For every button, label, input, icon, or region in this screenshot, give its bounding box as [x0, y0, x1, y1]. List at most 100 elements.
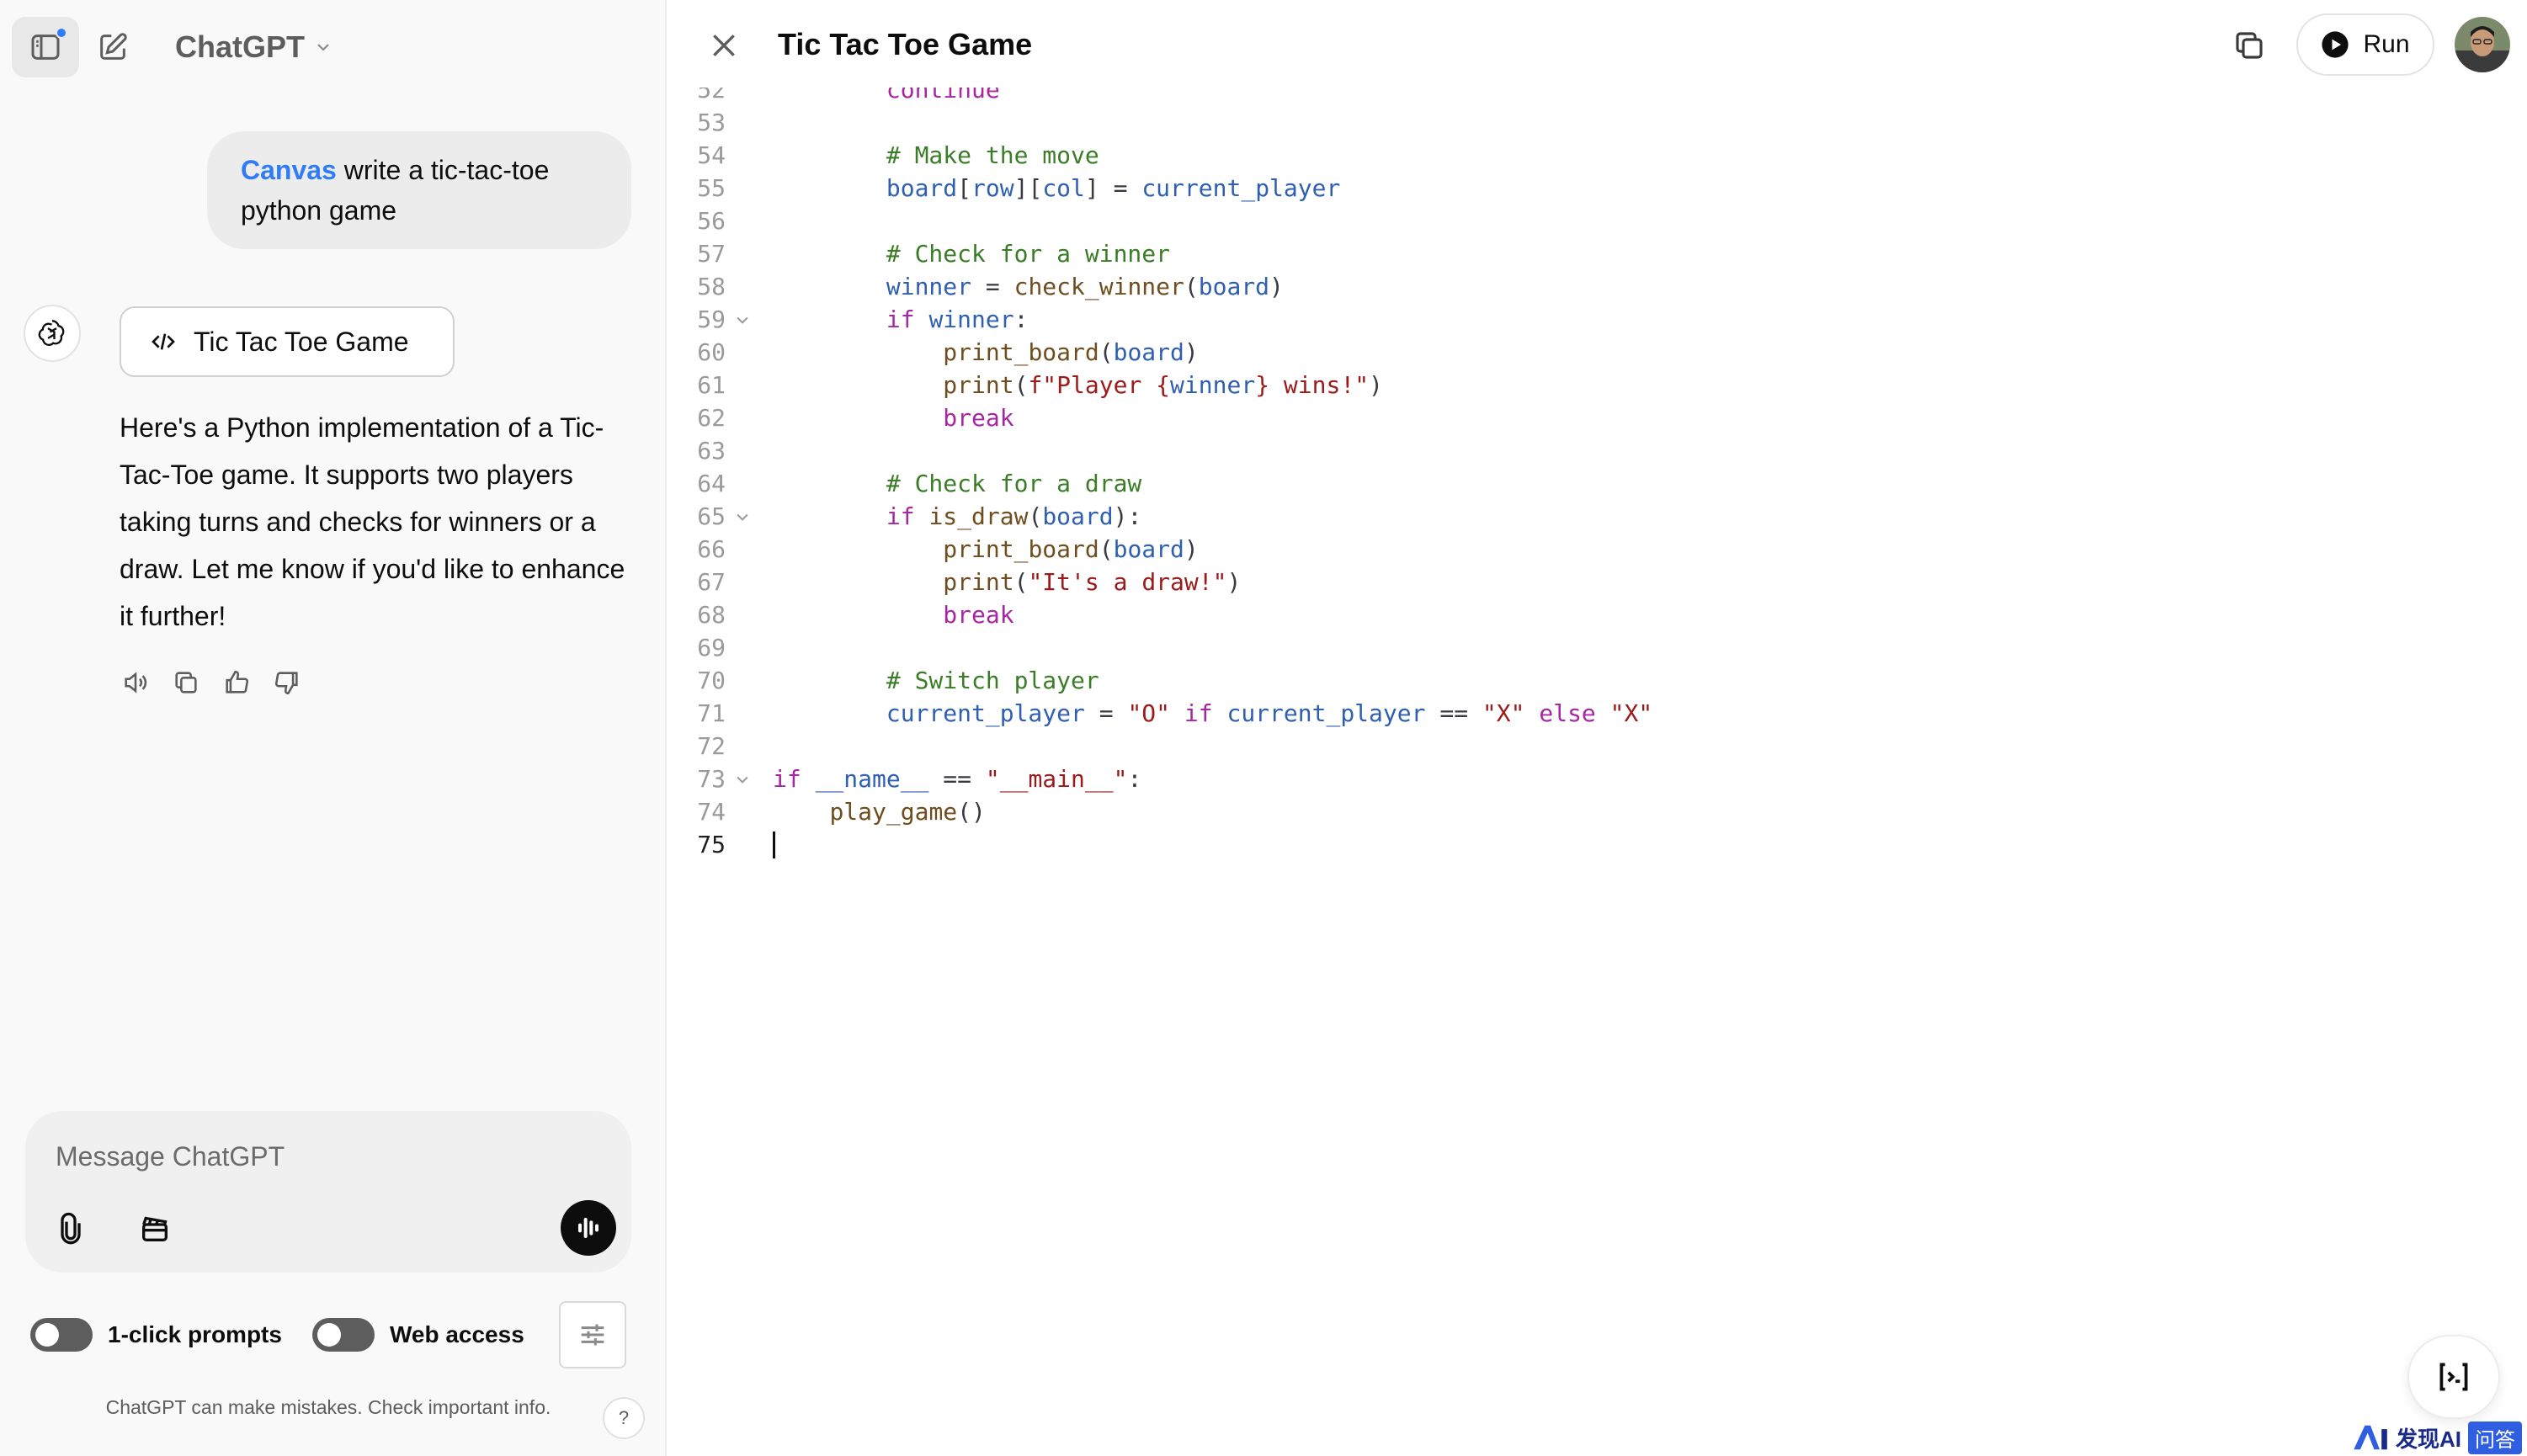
new-chat-button[interactable]: [79, 17, 146, 77]
line-number: 70: [697, 667, 726, 694]
web-access-toggle[interactable]: [311, 1318, 375, 1352]
code-token: check_winner: [1013, 273, 1184, 300]
line-number: 59: [697, 306, 726, 333]
code-line[interactable]: 53: [668, 106, 2527, 139]
code-token: winner: [928, 306, 1014, 333]
fold-chevron-icon[interactable]: [734, 311, 751, 328]
line-number: 58: [697, 273, 726, 300]
attach-button[interactable]: [51, 1209, 91, 1249]
code-token: ] =: [1084, 174, 1142, 202]
close-canvas-button[interactable]: [704, 25, 744, 66]
run-code-button[interactable]: Run: [2296, 13, 2434, 76]
fold-chevron-icon[interactable]: [734, 771, 751, 788]
code-line[interactable]: 70 # Switch player: [668, 664, 2527, 697]
read-aloud-button[interactable]: [120, 667, 152, 699]
code-line[interactable]: 66 print_board(board): [668, 533, 2527, 566]
code-line[interactable]: 54 # Make the move: [668, 139, 2527, 172]
code-line[interactable]: 56: [668, 205, 2527, 237]
model-selector[interactable]: ChatGPT: [175, 29, 333, 65]
user-avatar[interactable]: [2455, 17, 2510, 72]
code-line[interactable]: 58 winner = check_winner(board): [668, 270, 2527, 303]
code-token: current_player: [1141, 174, 1341, 202]
code-token: ][: [1013, 174, 1043, 202]
code-token: board: [1042, 502, 1114, 530]
line-source: if is_draw(board):: [773, 502, 1141, 530]
line-source: # Check for a winner: [773, 240, 1170, 268]
code-line[interactable]: 71 current_player = "O" if current_playe…: [668, 697, 2527, 730]
chat-panel: ChatGPT Canvas write a tic-tac-toe pytho…: [0, 0, 667, 1456]
code-token: ): [1226, 568, 1242, 596]
voice-mode-button[interactable]: [561, 1200, 616, 1256]
thumbs-up-button[interactable]: [221, 667, 253, 699]
code-token: "__main__": [985, 765, 1128, 793]
code-token: print_board: [943, 535, 1099, 563]
chevron-down-icon: [317, 44, 329, 51]
fold-chevron-icon[interactable]: [734, 508, 751, 525]
code-token: ==: [928, 765, 986, 793]
terminal-button[interactable]: [2407, 1335, 2500, 1419]
code-line[interactable]: 60 print_board(board): [668, 336, 2527, 369]
code-token: if: [1184, 699, 1213, 727]
code-line[interactable]: 55 board[row][col] = current_player: [668, 172, 2527, 205]
thumbs-down-button[interactable]: [271, 667, 303, 699]
code-line[interactable]: 68 break: [668, 598, 2527, 631]
message-input[interactable]: [56, 1135, 594, 1178]
code-token: (: [1028, 502, 1043, 530]
line-number: 65: [697, 502, 726, 530]
line-number: 61: [697, 371, 726, 399]
code-token: board: [1113, 535, 1184, 563]
code-token: f"Player {: [1028, 371, 1171, 399]
code-line[interactable]: 59 if winner:: [668, 303, 2527, 336]
code-line[interactable]: 64 # Check for a draw: [668, 467, 2527, 500]
code-editor[interactable]: 52 continue 53 54 # Make the move 55 board[…: [668, 0, 2527, 1456]
line-source: current_player = "O" if current_player =…: [773, 699, 1652, 727]
clapperboard-icon: [142, 1216, 168, 1241]
user-message-bubble: Canvas write a tic-tac-toe python game: [207, 131, 631, 249]
line-source: board[row][col] = current_player: [773, 174, 1340, 202]
code-line[interactable]: 75: [668, 828, 2527, 861]
line-number: 54: [697, 141, 726, 169]
tools-settings-button[interactable]: [559, 1301, 626, 1368]
code-line[interactable]: 62 break: [668, 401, 2527, 434]
code-token: ): [1184, 535, 1199, 563]
code-line[interactable]: 74 play_game(): [668, 795, 2527, 828]
watermark-badge: 问答: [2468, 1421, 2523, 1454]
code-token: if: [886, 502, 915, 530]
code-line[interactable]: 63: [668, 434, 2527, 467]
line-number: 56: [697, 207, 726, 235]
feature-toggles: 1-click prompts Web access: [30, 1301, 626, 1368]
code-token: ): [1269, 273, 1284, 300]
code-line[interactable]: 73 if __name__ == "__main__":: [668, 763, 2527, 795]
line-source: print(f"Player {winner} wins!"): [773, 371, 1383, 399]
code-line[interactable]: 69: [668, 631, 2527, 664]
code-token: "X": [1609, 699, 1653, 727]
copy-button[interactable]: [170, 667, 202, 699]
play-icon: [2322, 31, 2349, 58]
canvas-document-card[interactable]: Tic Tac Toe Game: [120, 306, 455, 377]
sidebar-toggle-button[interactable]: [12, 17, 79, 77]
code-line[interactable]: 72: [668, 730, 2527, 763]
line-number: 60: [697, 338, 726, 366]
line-number: 67: [697, 568, 726, 596]
code-token: ): [1369, 371, 1383, 399]
code-line[interactable]: 67 print("It's a draw!"): [668, 566, 2527, 598]
code-line[interactable]: 65 if is_draw(board):: [668, 500, 2527, 533]
help-button[interactable]: ?: [603, 1397, 645, 1439]
assistant-reply-text: Here's a Python implementation of a Tic-…: [120, 412, 625, 631]
one-click-prompts-toggle[interactable]: [30, 1318, 93, 1352]
canvas-card-label: Tic Tac Toe Game: [194, 326, 409, 357]
code-line[interactable]: 61 print(f"Player {winner} wins!"): [668, 369, 2527, 401]
line-source: if __name__ == "__main__":: [773, 765, 1141, 793]
line-number: 53: [697, 109, 726, 136]
copy-code-button[interactable]: [2229, 25, 2269, 66]
code-token: # Switch player: [886, 667, 1099, 694]
media-button[interactable]: [133, 1207, 177, 1251]
code-line[interactable]: 57 # Check for a winner: [668, 237, 2527, 270]
